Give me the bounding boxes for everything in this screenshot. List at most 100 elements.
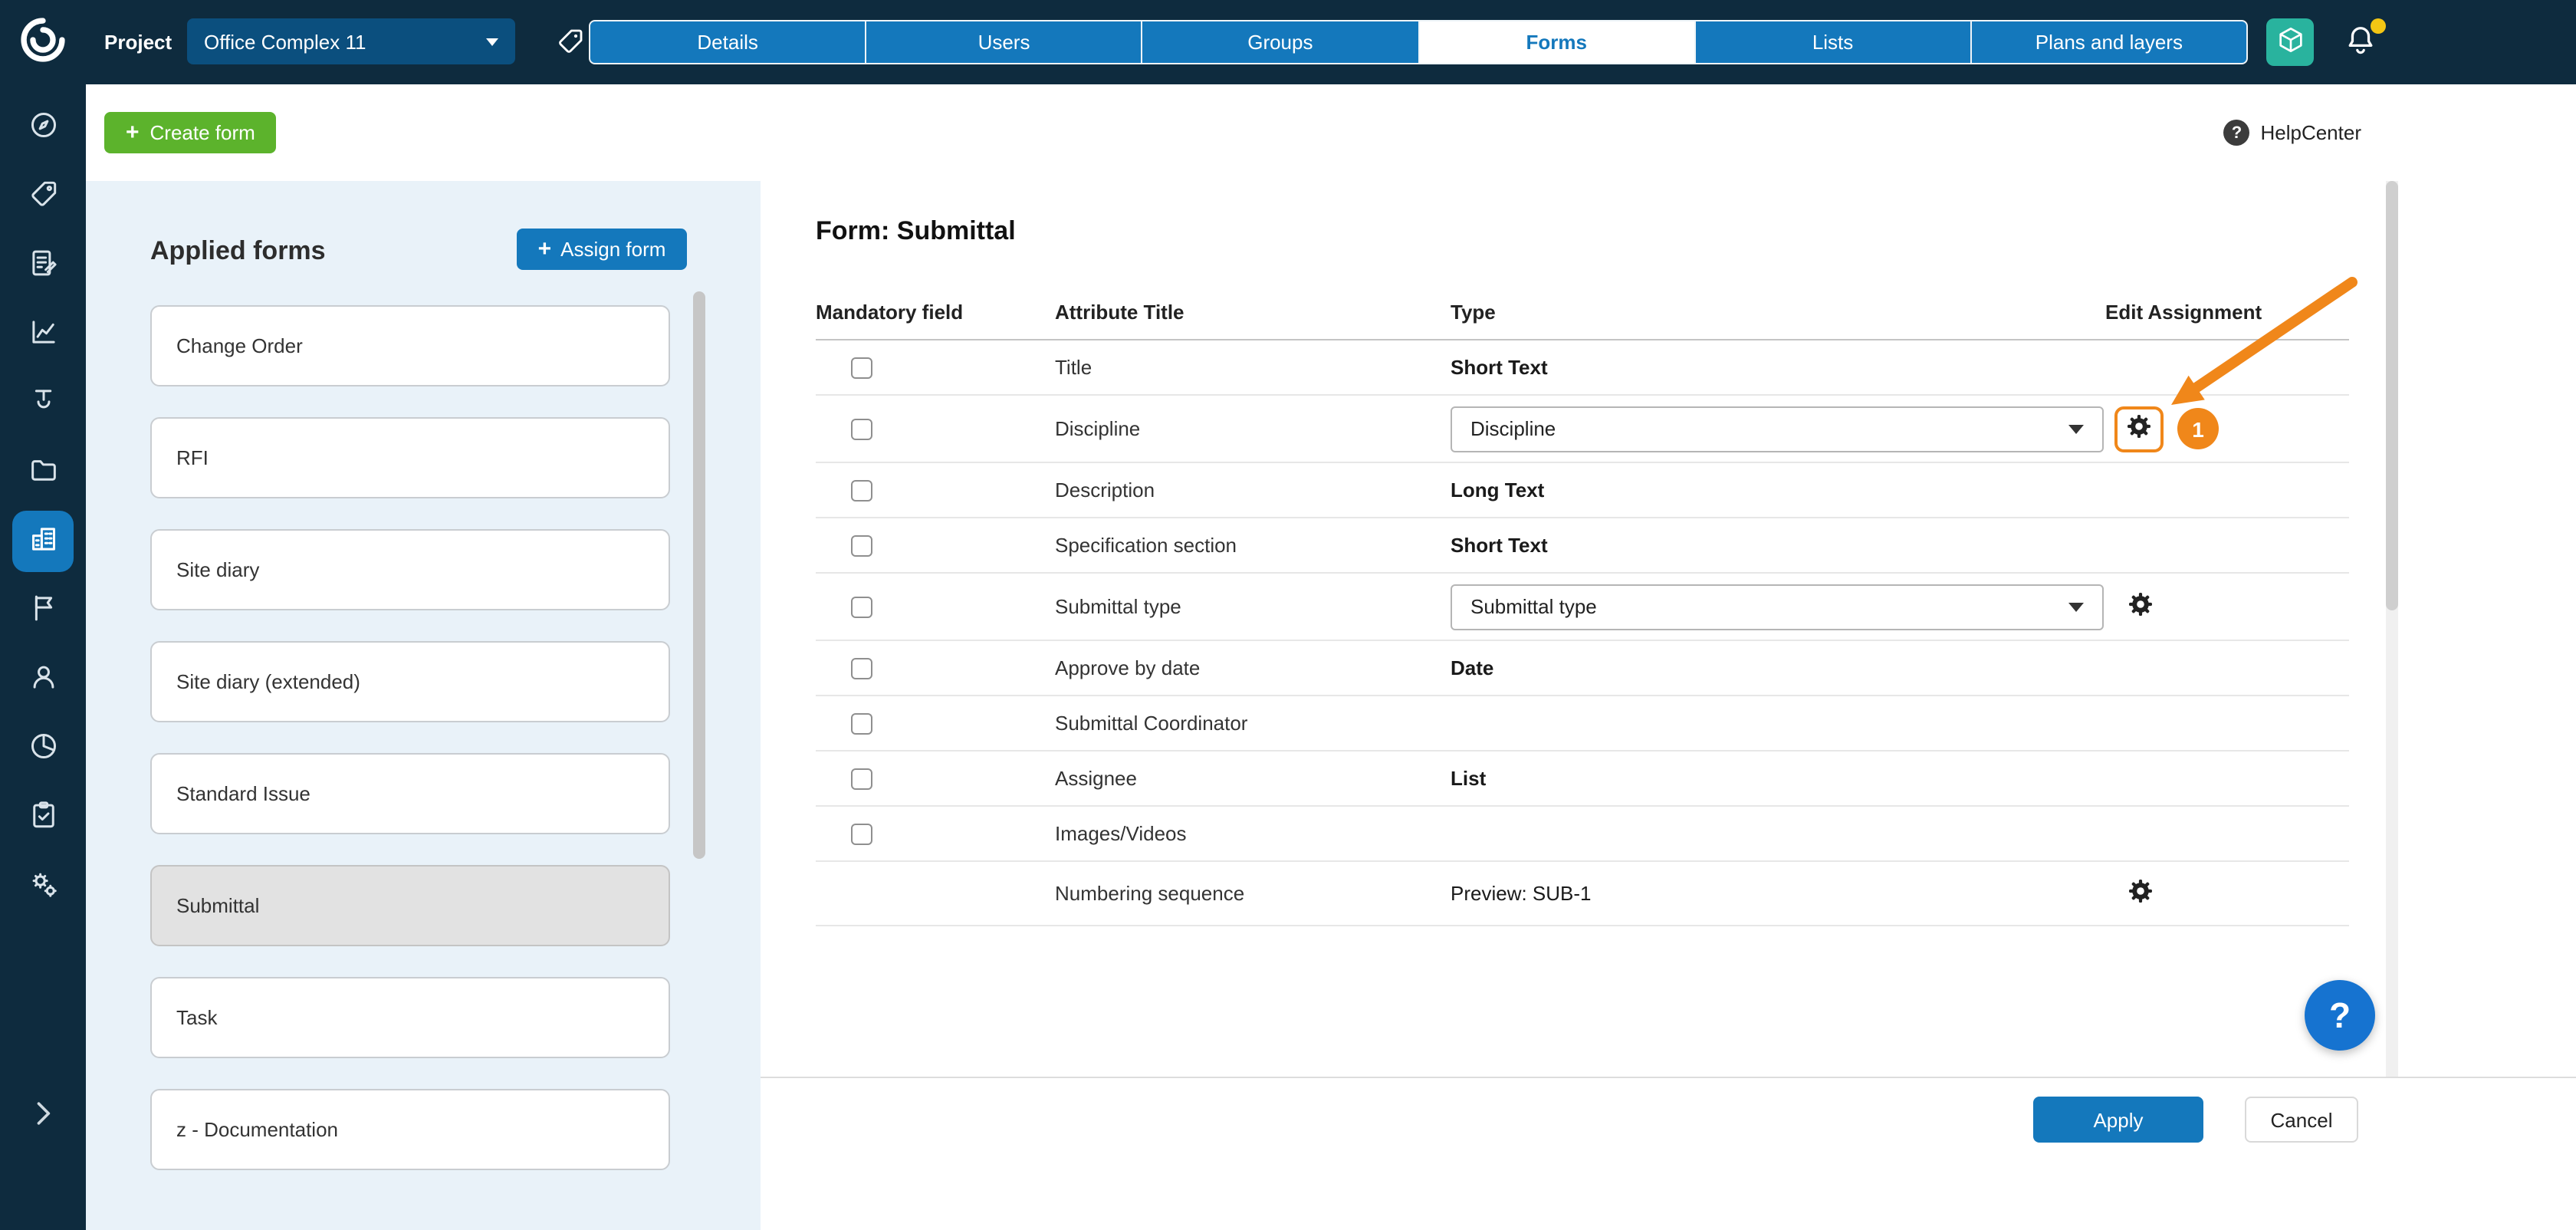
mandatory-checkbox[interactable]	[851, 596, 872, 617]
create-form-label: Create form	[150, 121, 255, 144]
project-selector[interactable]: Office Complex 11	[187, 18, 515, 64]
form-card[interactable]: Site diary	[150, 529, 670, 610]
form-card-label: Site diary	[176, 558, 259, 581]
mandatory-checkbox[interactable]	[851, 712, 872, 734]
project-selector-value: Office Complex 11	[204, 30, 366, 53]
sidebar-item-settings[interactable]	[12, 856, 74, 917]
attribute-row: AssigneeList	[816, 751, 2349, 807]
form-card-label: Standard Issue	[176, 782, 310, 805]
edit-assignment-gear-button[interactable]	[2127, 877, 2154, 909]
form-detail-panel: Form: Submittal Mandatory field Attribut…	[761, 181, 2576, 1230]
mandatory-checkbox[interactable]	[851, 479, 872, 501]
mandatory-checkbox[interactable]	[851, 418, 872, 439]
type-dropdown[interactable]: Submittal type	[1451, 584, 2104, 630]
form-card[interactable]: Standard Issue	[150, 753, 670, 834]
notification-dot	[2371, 18, 2386, 34]
sidebar-item-flags[interactable]	[12, 580, 74, 641]
type-dropdown[interactable]: Discipline	[1451, 406, 2104, 452]
sidebar-item-buildings[interactable]	[12, 511, 74, 572]
crane-icon	[27, 385, 59, 422]
edit-assignment-gear-button[interactable]	[2127, 590, 2154, 623]
flags-icon	[27, 592, 59, 629]
attribute-title: Numbering sequence	[1055, 882, 1451, 905]
notifications-bell-icon[interactable]	[2343, 23, 2380, 60]
page-scrollbar[interactable]	[2386, 181, 2398, 1077]
sidebar-item-compass[interactable]	[12, 97, 74, 158]
attribute-title: Discipline	[1055, 417, 1451, 440]
sidebar-item-checklists[interactable]	[12, 787, 74, 848]
tab-details[interactable]: Details	[590, 21, 866, 63]
form-card-label: Change Order	[176, 334, 303, 357]
sidebar-item-dashboard[interactable]	[12, 718, 74, 779]
attribute-title: Submittal type	[1055, 595, 1451, 618]
cancel-button[interactable]: Cancel	[2245, 1097, 2358, 1143]
attribute-row: DescriptionLong Text	[816, 463, 2349, 518]
dashboard-icon	[27, 730, 59, 767]
tags-icon	[27, 178, 59, 215]
sidebar-item-forms[interactable]	[12, 235, 74, 296]
question-mark-icon: ?	[2223, 120, 2249, 146]
attribute-row: Submittal typeSubmittal type	[816, 574, 2349, 641]
sidebar-item-crane[interactable]	[12, 373, 74, 434]
attribute-type: Short Text	[1451, 356, 1548, 379]
checklists-icon	[27, 799, 59, 836]
attribute-type: Preview: SUB-1	[1451, 882, 1592, 905]
form-card[interactable]: Submittal	[150, 865, 670, 946]
tags-icon[interactable]	[555, 26, 586, 61]
mandatory-checkbox[interactable]	[851, 534, 872, 556]
applied-forms-list: Change Order RFI Site diary Site diary (ext…	[150, 305, 670, 1170]
form-card[interactable]: Site diary (extended)	[150, 641, 670, 722]
attribute-title: Description	[1055, 479, 1451, 502]
attribute-row: Submittal Coordinator	[816, 696, 2349, 751]
attribute-type: Short Text	[1451, 534, 1548, 557]
help-center-link[interactable]: ? HelpCenter	[2223, 84, 2361, 181]
type-dropdown-value: Discipline	[1470, 417, 1556, 440]
attribute-row: DisciplineDiscipline1	[816, 396, 2349, 463]
forms-icon	[27, 247, 59, 284]
attributes-table: Mandatory field Attribute Title Type Edi…	[816, 284, 2349, 926]
sidebar-nav	[0, 97, 86, 917]
tab-forms[interactable]: Forms	[1419, 21, 1695, 63]
sidebar-expand-button[interactable]	[0, 1097, 86, 1135]
edit-assignment-gear-button[interactable]	[2114, 406, 2164, 452]
attribute-type: Date	[1451, 656, 1493, 679]
mandatory-checkbox[interactable]	[851, 657, 872, 679]
company-logo-icon[interactable]	[17, 14, 69, 71]
tab-groups[interactable]: Groups	[1143, 21, 1419, 63]
apply-button[interactable]: Apply	[2033, 1097, 2203, 1143]
app-sidebar	[0, 0, 86, 1230]
attribute-row: Images/Videos	[816, 807, 2349, 862]
compass-icon	[27, 109, 59, 146]
plus-icon: +	[126, 121, 140, 144]
sidebar-item-files[interactable]	[12, 442, 74, 503]
mandatory-checkbox[interactable]	[851, 357, 872, 378]
form-card[interactable]: z - Documentation	[150, 1089, 670, 1170]
mandatory-checkbox[interactable]	[851, 823, 872, 844]
page-scrollbar-thumb[interactable]	[2386, 181, 2398, 610]
attributes-table-header: Mandatory field Attribute Title Type Edi…	[816, 284, 2349, 340]
applied-forms-panel: Applied forms + Assign form Change Order…	[86, 181, 761, 1230]
box-cube-icon	[2275, 25, 2305, 60]
form-card[interactable]: Task	[150, 977, 670, 1058]
attribute-row: Specification sectionShort Text	[816, 518, 2349, 574]
col-header-edit-assignment: Edit Assignment	[2105, 300, 2349, 323]
files-icon	[27, 454, 59, 491]
chevron-right-icon	[26, 1097, 60, 1135]
gear-icon	[2127, 877, 2154, 909]
form-card[interactable]: Change Order	[150, 305, 670, 386]
form-card-label: Site diary (extended)	[176, 670, 360, 693]
sidebar-item-reports[interactable]	[12, 304, 74, 365]
create-form-button[interactable]: + Create form	[104, 112, 277, 153]
left-panel-scrollbar[interactable]	[693, 291, 705, 859]
tab-users[interactable]: Users	[866, 21, 1142, 63]
tab-lists[interactable]: Lists	[1695, 21, 1971, 63]
sidebar-item-users[interactable]	[12, 649, 74, 710]
floating-help-button[interactable]: ?	[2305, 980, 2375, 1051]
dalux-box-app-button[interactable]	[2266, 18, 2314, 66]
assign-form-button[interactable]: + Assign form	[517, 229, 687, 270]
mandatory-checkbox[interactable]	[851, 768, 872, 789]
form-card[interactable]: RFI	[150, 417, 670, 498]
tab-plans-and-layers[interactable]: Plans and layers	[1972, 21, 2246, 63]
form-detail-title: Form: Submittal	[816, 216, 1016, 247]
sidebar-item-tags[interactable]	[12, 166, 74, 227]
